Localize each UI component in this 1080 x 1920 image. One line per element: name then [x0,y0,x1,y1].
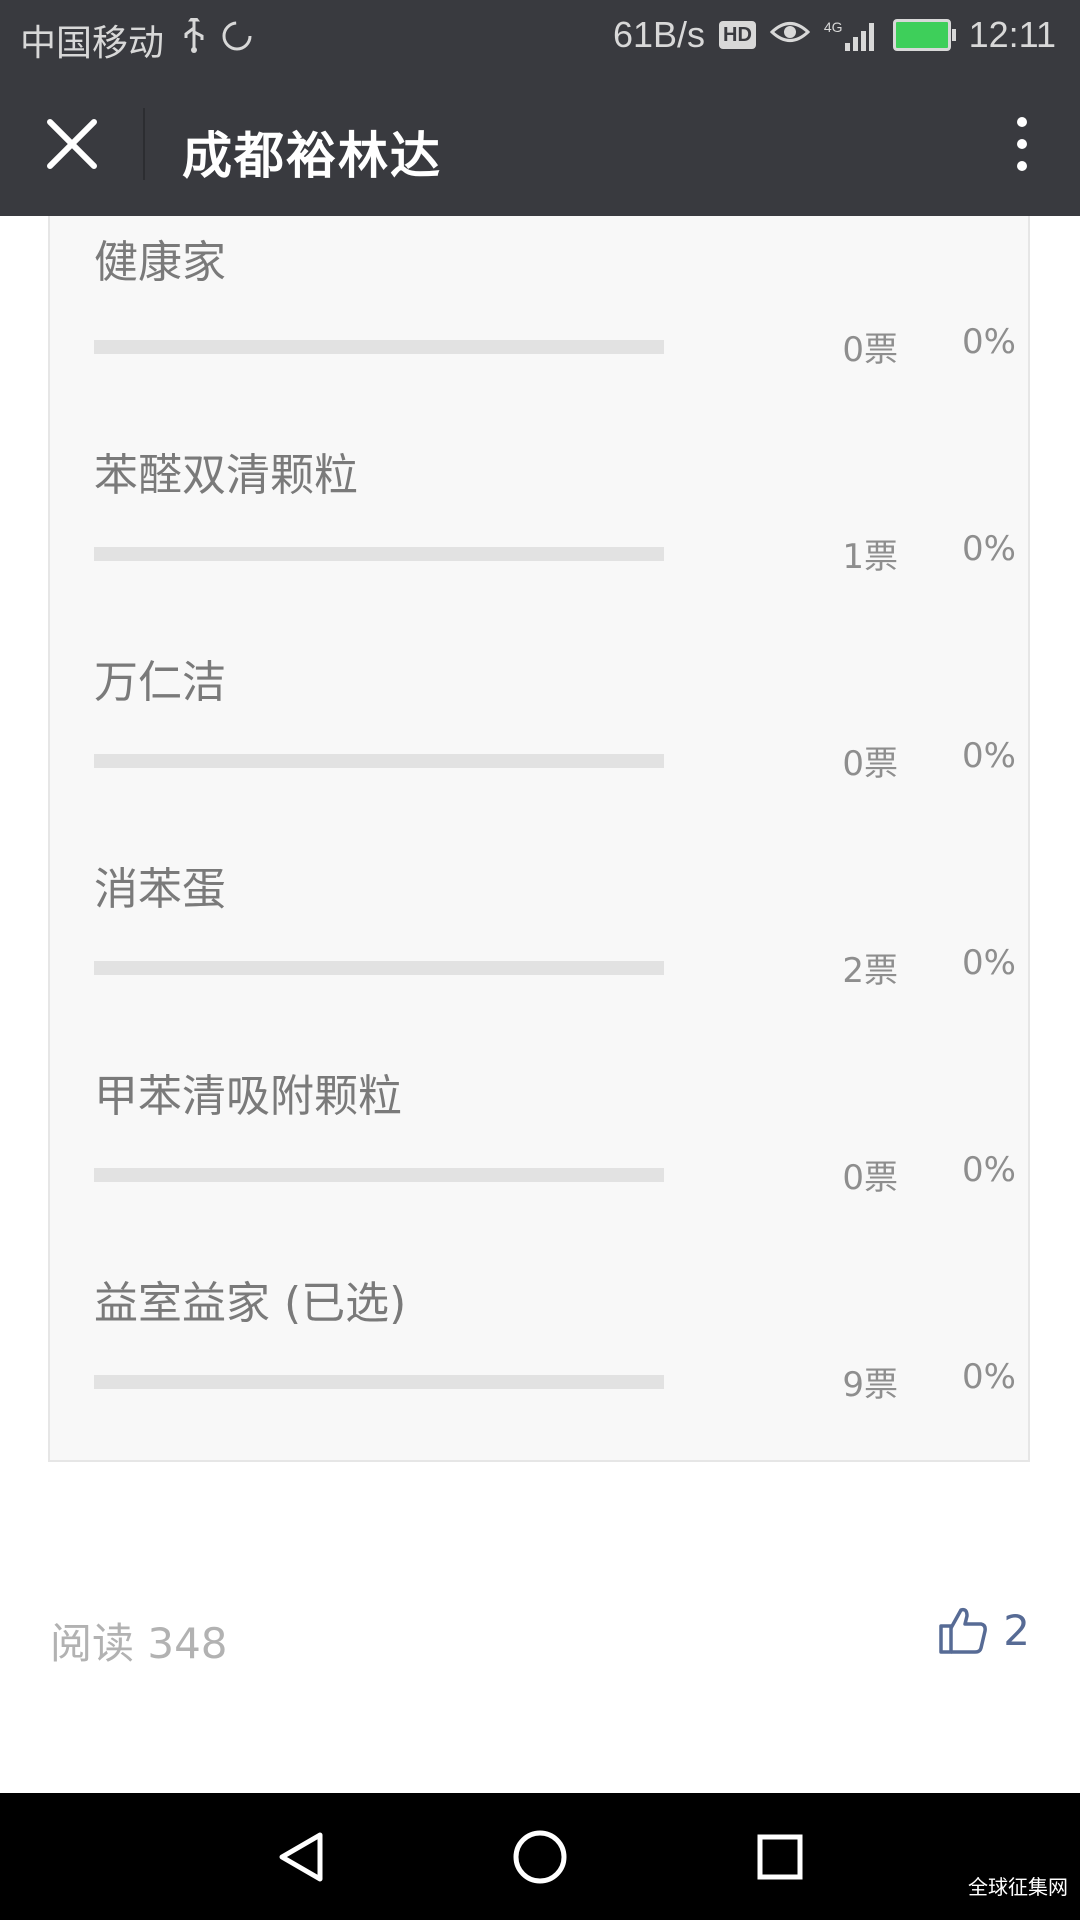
signal-icon: 4G [824,19,879,51]
like-button[interactable]: 2 [937,1604,1030,1656]
poll-option-percent: 0% [962,736,1016,776]
status-bar: 中国移动 61B/s HD 4G 12:11 [0,0,1080,72]
poll-option-percent: 0% [962,1357,1016,1397]
poll-option-votes: 9票 [842,1365,898,1405]
poll-option-selected: 益室益家 (已选) 9票 0% [94,1251,1028,1458]
net-speed: 61B/s [612,14,705,55]
poll-option-name: 益室益家 (已选) [94,1278,407,1329]
watermark: 全球征集网 [968,1875,1068,1899]
poll-option-name: 健康家 [94,237,226,288]
poll-option-votes: 1票 [842,537,898,577]
navigation-bar: 全球征集网 [0,1793,1080,1920]
home-circle-icon [513,1830,567,1884]
recents-button[interactable] [748,1825,812,1889]
poll-option-name: 万仁洁 [94,657,226,708]
poll-option-bar [94,1375,664,1389]
poll-option-percent: 0% [962,529,1016,569]
poll-option: 苯醛双清颗粒 1票 0% [94,423,1028,630]
poll-option-votes: 0票 [842,330,898,370]
poll-option-votes: 0票 [842,744,898,784]
poll-option-votes: 0票 [842,1158,898,1198]
poll-option-bar [94,1168,664,1182]
clock: 12:11 [968,14,1056,55]
poll-option: 健康家 0票 0% [94,216,1028,423]
eye-icon [769,14,811,56]
poll-option-bar [94,961,664,975]
poll-option-bar [94,340,664,354]
poll-option: 消苯蛋 2票 0% [94,837,1028,1044]
poll-option-bar [94,547,664,561]
title-bar: 成都裕林达 [0,72,1080,216]
read-count: 阅读 348 [50,1619,228,1668]
home-button[interactable] [508,1825,572,1889]
back-button[interactable] [270,1825,334,1889]
usb-icon [182,13,206,63]
battery-icon [892,19,956,51]
poll-option-percent: 0% [962,943,1016,983]
poll-results-card: 健康家 0票 0% 苯醛双清颗粒 1票 0% 万仁洁 0票 0% 消苯蛋 2票 … [48,216,1030,1462]
page-title: 成都裕林达 [182,127,442,185]
poll-option-name: 消苯蛋 [94,864,226,915]
close-button[interactable] [40,112,104,176]
like-count: 2 [1003,1605,1030,1655]
more-vertical-icon [1017,117,1027,171]
hd-badge: HD [719,21,756,49]
network-type-label: 4G [823,19,843,35]
poll-option: 甲苯清吸附颗粒 0票 0% [94,1044,1028,1251]
poll-option-name: 苯醛双清颗粒 [94,450,358,501]
more-button[interactable] [1004,112,1040,176]
sync-icon [220,19,254,62]
poll-option-percent: 0% [962,322,1016,362]
close-icon [47,119,97,169]
poll-option-name: 甲苯清吸附颗粒 [94,1071,402,1122]
carrier-label: 中国移动 [20,22,165,63]
title-divider [143,108,145,180]
back-triangle-icon [279,1832,323,1882]
recents-square-icon [757,1834,803,1880]
thumbs-up-icon [939,1607,988,1654]
poll-option-percent: 0% [962,1150,1016,1190]
poll-option-votes: 2票 [842,951,898,991]
poll-option: 万仁洁 0票 0% [94,630,1028,837]
poll-option-bar [94,754,664,768]
